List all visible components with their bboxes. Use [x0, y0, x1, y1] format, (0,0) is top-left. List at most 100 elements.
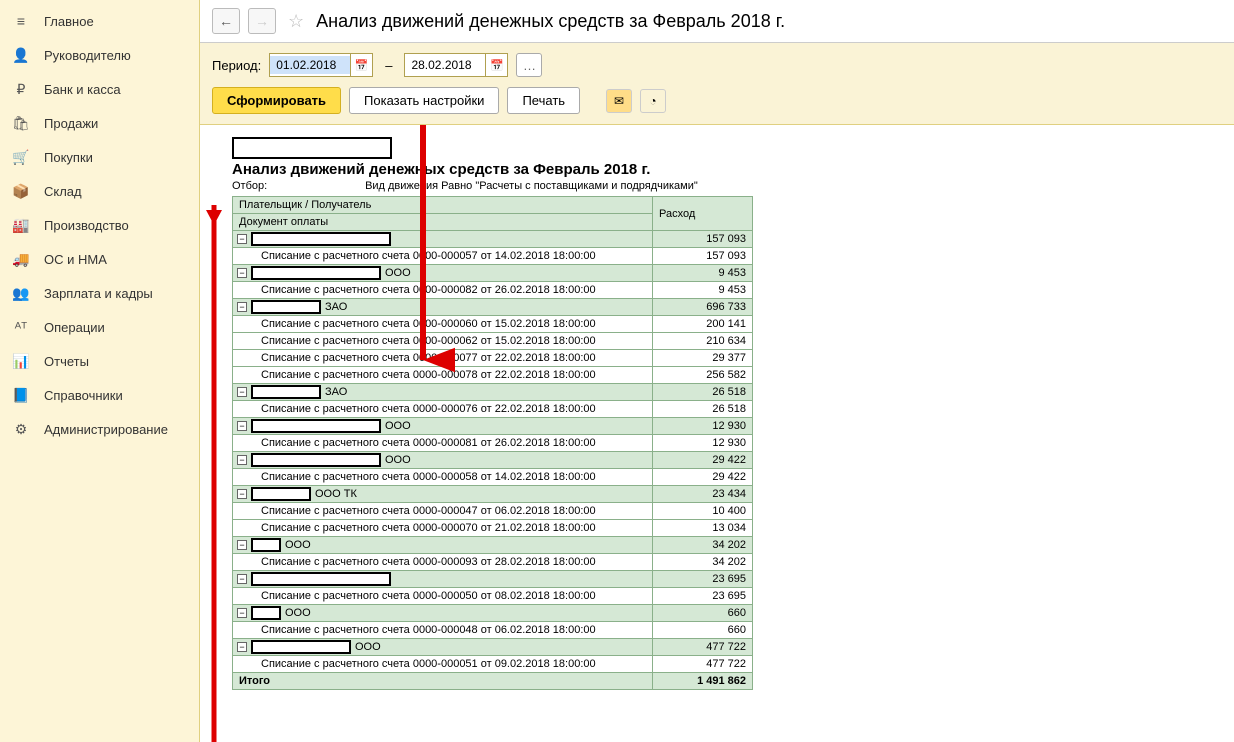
table-doc-row[interactable]: Списание с расчетного счета 0000-000081 …: [233, 435, 753, 452]
sidebar-label: Отчеты: [44, 354, 89, 369]
table-group-row[interactable]: −ООО ТК23 434: [233, 486, 753, 503]
collapse-icon[interactable]: −: [237, 268, 247, 278]
sidebar-label: Продажи: [44, 116, 98, 131]
table-doc-row[interactable]: Списание с расчетного счета 0000-000076 …: [233, 401, 753, 418]
calendar-from-icon[interactable]: 📅: [350, 54, 372, 76]
collapse-icon[interactable]: −: [237, 608, 247, 618]
sidebar-label: Операции: [44, 320, 105, 335]
table-doc-row[interactable]: Списание с расчетного счета 0000-000077 …: [233, 350, 753, 367]
table-group-row[interactable]: −ООО29 422: [233, 452, 753, 469]
sidebar-item-10[interactable]: 📊 Отчеты: [0, 344, 199, 378]
table-doc-row[interactable]: Списание с расчетного счета 0000-000057 …: [233, 248, 753, 265]
redacted-box: [232, 137, 392, 159]
sidebar-label: Главное: [44, 14, 94, 29]
date-to-input[interactable]: [405, 56, 485, 74]
table-group-row[interactable]: −ООО34 202: [233, 537, 753, 554]
table-doc-row[interactable]: Списание с расчетного счета 0000-000047 …: [233, 503, 753, 520]
report-area: Анализ движений денежных средств за Февр…: [200, 125, 1234, 742]
collapse-icon[interactable]: −: [237, 234, 247, 244]
table-group-row[interactable]: −ЗАО26 518: [233, 384, 753, 401]
table-doc-row[interactable]: Списание с расчетного счета 0000-000058 …: [233, 469, 753, 486]
sidebar-label: Склад: [44, 184, 82, 199]
collapse-icon[interactable]: −: [237, 574, 247, 584]
table-doc-row[interactable]: Списание с расчетного счета 0000-000070 …: [233, 520, 753, 537]
sidebar-icon: 🛒: [12, 148, 30, 166]
annotation-arrow-vertical: [200, 205, 236, 742]
mail-icon-button[interactable]: ✉: [606, 89, 632, 113]
collapse-icon[interactable]: −: [237, 302, 247, 312]
table-doc-row[interactable]: Списание с расчетного счета 0000-000060 …: [233, 316, 753, 333]
sidebar-item-4[interactable]: 🛒 Покупки: [0, 140, 199, 174]
sidebar-icon: 👤: [12, 46, 30, 64]
sidebar-label: Администрирование: [44, 422, 168, 437]
titlebar: ← → ☆ Анализ движений денежных средств з…: [200, 0, 1234, 43]
sidebar-icon: 📊: [12, 352, 30, 370]
form-button[interactable]: Сформировать: [212, 87, 341, 114]
date-from-field[interactable]: 📅: [269, 53, 373, 77]
collapse-icon[interactable]: −: [237, 540, 247, 550]
report-table: Плательщик / ПолучательРасходДокумент оп…: [232, 196, 753, 690]
toolbar: Период: 📅 – 📅 … Сформировать Показать на…: [200, 43, 1234, 125]
nav-back-button[interactable]: ←: [212, 8, 240, 34]
sidebar-icon: ₽: [12, 80, 30, 98]
sidebar-label: Руководителю: [44, 48, 131, 63]
collapse-icon[interactable]: −: [237, 642, 247, 652]
table-group-row[interactable]: −ЗАО696 733: [233, 299, 753, 316]
table-group-row[interactable]: −ООО660: [233, 605, 753, 622]
sidebar-label: Производство: [44, 218, 129, 233]
collapse-icon[interactable]: −: [237, 489, 247, 499]
sidebar-icon: 📘: [12, 386, 30, 404]
period-more-button[interactable]: …: [516, 53, 542, 77]
table-doc-row[interactable]: Списание с расчетного счета 0000-000050 …: [233, 588, 753, 605]
sidebar-icon: ᴬᵀ: [12, 318, 30, 336]
sidebar-item-12[interactable]: ⚙ Администрирование: [0, 412, 199, 446]
dash: –: [385, 58, 392, 73]
sidebar-icon: 🚚: [12, 250, 30, 268]
table-total-row: Итого1 491 862: [233, 673, 753, 690]
sidebar-item-9[interactable]: ᴬᵀ Операции: [0, 310, 199, 344]
sidebar-label: Справочники: [44, 388, 123, 403]
sidebar-item-7[interactable]: 🚚ОС и НМА: [0, 242, 199, 276]
nav-forward-button[interactable]: →: [248, 8, 276, 34]
table-group-row[interactable]: −23 695: [233, 571, 753, 588]
collapse-icon[interactable]: −: [237, 421, 247, 431]
sidebar-icon: 📦: [12, 182, 30, 200]
print-button[interactable]: Печать: [507, 87, 580, 114]
table-doc-row[interactable]: Списание с расчетного счета 0000-000048 …: [233, 622, 753, 639]
sidebar-label: Покупки: [44, 150, 93, 165]
date-from-input[interactable]: [270, 56, 350, 74]
sidebar-icon: 🏭: [12, 216, 30, 234]
sidebar-label: Банк и касса: [44, 82, 121, 97]
date-to-field[interactable]: 📅: [404, 53, 508, 77]
table-doc-row[interactable]: Списание с расчетного счета 0000-000078 …: [233, 367, 753, 384]
table-doc-row[interactable]: Списание с расчетного счета 0000-000062 …: [233, 333, 753, 350]
table-group-row[interactable]: −ООО9 453: [233, 265, 753, 282]
table-group-row[interactable]: −157 093: [233, 231, 753, 248]
sidebar-item-0[interactable]: ≡Главное: [0, 4, 199, 38]
sidebar-item-8[interactable]: 👥Зарплата и кадры: [0, 276, 199, 310]
sidebar-item-11[interactable]: 📘 Справочники: [0, 378, 199, 412]
sidebar-icon: ⚙: [12, 420, 30, 438]
show-settings-button[interactable]: Показать настройки: [349, 87, 499, 114]
collapse-icon[interactable]: −: [237, 455, 247, 465]
sidebar-item-1[interactable]: 👤 Руководителю: [0, 38, 199, 72]
table-group-row[interactable]: −ООО477 722: [233, 639, 753, 656]
table-group-row[interactable]: −ООО12 930: [233, 418, 753, 435]
main: ← → ☆ Анализ движений денежных средств з…: [200, 0, 1234, 742]
table-header-row: Плательщик / ПолучательРасход: [233, 197, 753, 214]
table-doc-row[interactable]: Списание с расчетного счета 0000-000082 …: [233, 282, 753, 299]
favorite-star-icon[interactable]: ☆: [288, 11, 304, 32]
sidebar-item-5[interactable]: 📦 Склад: [0, 174, 199, 208]
sidebar-item-6[interactable]: 🏭 Производство: [0, 208, 199, 242]
calendar-to-icon[interactable]: 📅: [485, 54, 507, 76]
table-doc-row[interactable]: Списание с расчетного счета 0000-000093 …: [233, 554, 753, 571]
report-title: Анализ движений денежных средств за Февр…: [232, 161, 1222, 178]
table-doc-row[interactable]: Списание с расчетного счета 0000-000051 …: [233, 656, 753, 673]
collapse-icon[interactable]: −: [237, 387, 247, 397]
sidebar-item-2[interactable]: ₽ Банк и касса: [0, 72, 199, 106]
clock-icon-button[interactable]: ◔: [640, 89, 666, 113]
sidebar-item-3[interactable]: 🛍Продажи: [0, 106, 199, 140]
period-label: Период:: [212, 58, 261, 73]
sidebar-label: Зарплата и кадры: [44, 286, 153, 301]
report-filter: Отбор: Вид движения Равно "Расчеты с пос…: [232, 180, 1222, 192]
